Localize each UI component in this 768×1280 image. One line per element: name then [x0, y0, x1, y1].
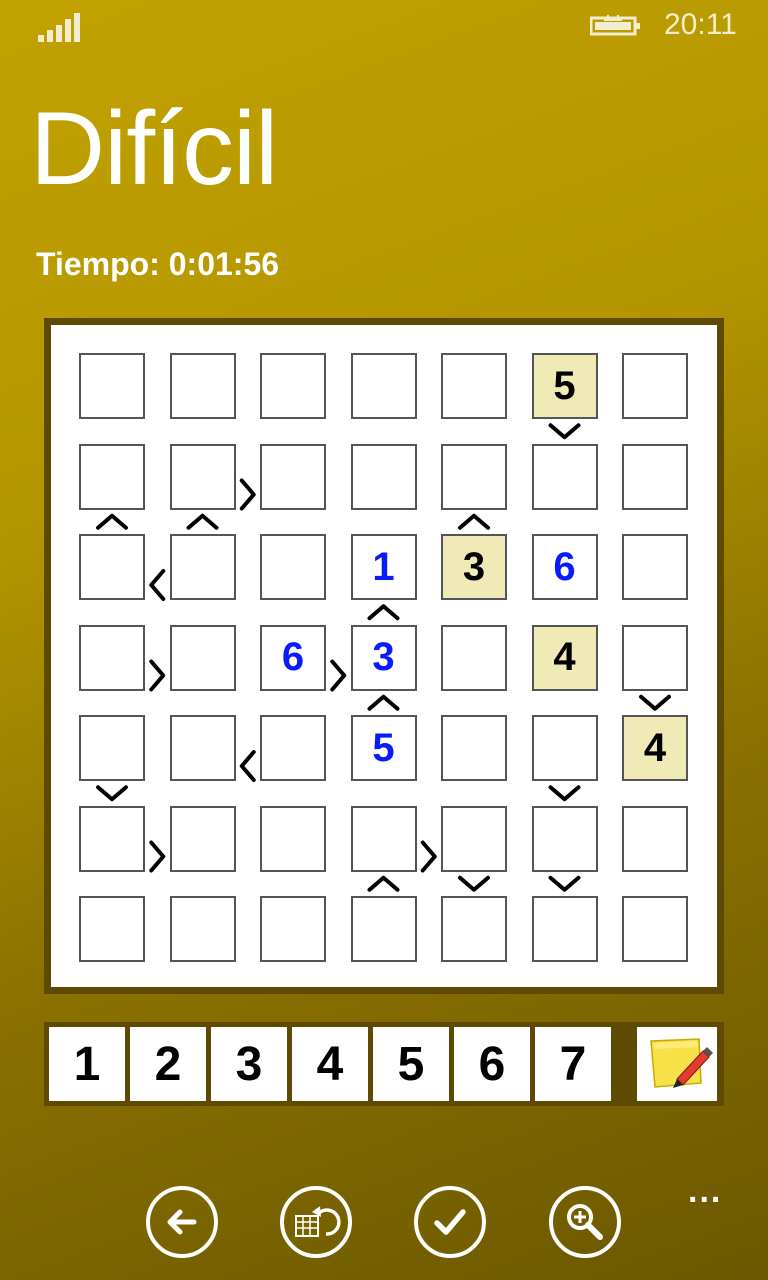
down-sign: [548, 423, 581, 440]
number-pad-button[interactable]: 5: [373, 1027, 449, 1101]
up-sign: [186, 513, 219, 530]
less-than-sign: [149, 569, 166, 601]
arrow-left-icon: [167, 1209, 197, 1235]
down-sign: [96, 785, 128, 802]
status-clock: 20:11: [664, 8, 737, 41]
number-pad-button[interactable]: 7: [535, 1027, 611, 1101]
number-pad-button[interactable]: 2: [130, 1027, 206, 1101]
checkmark-icon: [434, 1209, 466, 1235]
number-pad-button[interactable]: 1: [49, 1027, 125, 1101]
greater-than-sign: [149, 840, 166, 873]
number-pad-button[interactable]: 6: [454, 1027, 530, 1101]
greater-than-sign: [239, 478, 256, 511]
up-sign: [367, 604, 400, 621]
sticky-note-pencil-icon: [637, 1027, 717, 1101]
up-sign: [367, 875, 400, 892]
battery-charging-icon: [589, 14, 642, 38]
notes-button[interactable]: [632, 1022, 724, 1106]
calendar-undo-icon: [295, 1206, 341, 1237]
down-sign: [458, 875, 490, 892]
number-pad: 1234567: [44, 1022, 632, 1106]
number-pad-button[interactable]: 4: [292, 1027, 368, 1101]
undo-button[interactable]: [280, 1186, 352, 1258]
back-button[interactable]: [146, 1186, 218, 1258]
signal-bars-icon: [38, 12, 86, 42]
down-sign: [548, 785, 581, 802]
check-button[interactable]: [414, 1186, 486, 1258]
down-sign: [548, 875, 581, 892]
up-sign: [458, 513, 490, 530]
game-timer: Tiempo: 0:01:56: [36, 246, 280, 282]
up-sign: [96, 513, 128, 530]
more-options-button[interactable]: ...: [688, 1172, 722, 1211]
zoom-button[interactable]: [549, 1186, 621, 1258]
greater-than-sign: [420, 840, 437, 873]
magnifier-plus-icon: [567, 1204, 603, 1240]
inequality-constraints: [96, 423, 671, 892]
number-pad-button[interactable]: 3: [211, 1027, 287, 1101]
less-than-sign: [239, 750, 256, 782]
puzzle-board: 513663454: [44, 318, 724, 994]
down-sign: [639, 694, 671, 711]
greater-than-sign: [330, 659, 347, 692]
up-sign: [367, 694, 400, 711]
greater-than-sign: [149, 659, 166, 692]
page-title: Difícil: [30, 91, 278, 207]
